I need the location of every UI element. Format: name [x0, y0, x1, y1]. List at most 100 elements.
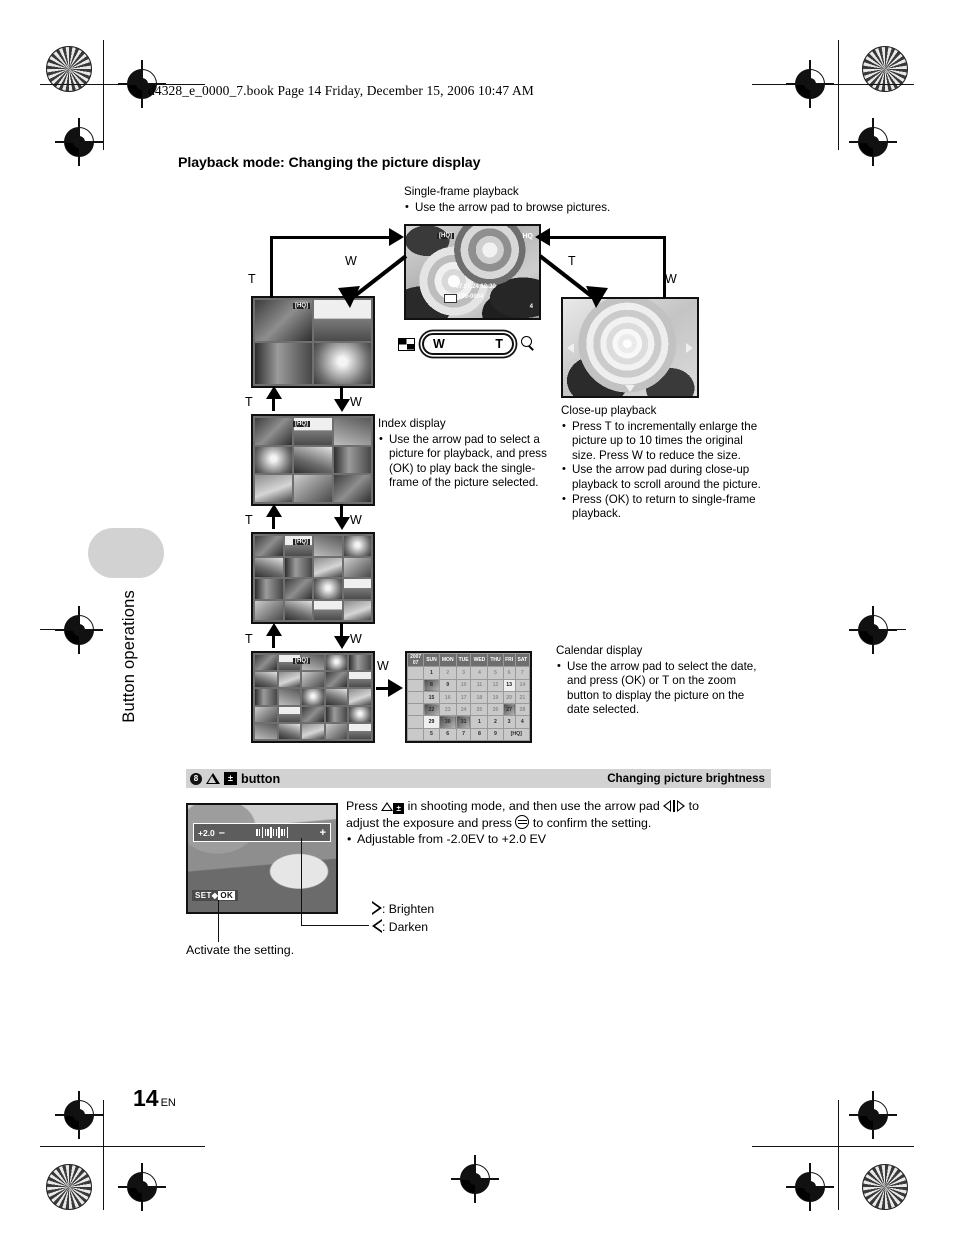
registration-target-lower-right: [849, 1091, 897, 1139]
flow-line: [270, 236, 274, 298]
calendar-day[interactable]: 6: [502, 666, 516, 680]
calendar-day-selected[interactable]: 13: [502, 678, 516, 692]
wt-rocker[interactable]: W T: [422, 333, 514, 355]
calendar-day[interactable]: 16: [438, 690, 457, 705]
calendar-day[interactable]: 3: [502, 715, 516, 729]
rocker-w-label: W: [433, 337, 445, 351]
calendar-day[interactable]: 5: [423, 727, 440, 741]
thumbnail: [278, 689, 301, 705]
flow-arrow-head: [334, 517, 350, 530]
calendar-day[interactable]: 15: [423, 690, 440, 705]
calendar-day[interactable]: 9: [487, 727, 504, 741]
calendar-day[interactable]: 10: [455, 678, 472, 692]
thumbnail: [333, 446, 371, 474]
flow-label-t: T: [568, 254, 576, 268]
thumbnail: [255, 672, 277, 688]
calendar-day[interactable]: 2: [487, 715, 504, 729]
up-triangle-icon: [381, 802, 394, 811]
crop-mark-top-right-h: [752, 84, 914, 86]
calendar-day[interactable]: 22: [423, 703, 440, 717]
thumbnail: [325, 689, 348, 705]
flow-line: [272, 515, 276, 529]
thumbnail: [284, 557, 312, 577]
callout-brighten-label: : Brighten: [382, 902, 435, 916]
thumbnail: [255, 418, 293, 445]
calendar-week-row: 22 23 24 25 26 27 28: [407, 703, 530, 717]
thumbnail: [343, 536, 371, 556]
calendar-week-row: 29 30 31 1 2 3 4: [407, 715, 530, 729]
flow-label-w: W: [345, 254, 357, 268]
calendar-day[interactable]: 18: [470, 690, 489, 705]
thumbnail: [343, 600, 371, 620]
osd-mode-badge: [HQ]: [437, 233, 454, 239]
flow-arrow-head: [266, 623, 282, 636]
calendar-day[interactable]: 31: [455, 715, 472, 729]
calendar-day[interactable]: 1: [470, 715, 489, 729]
index-display-bullet: Use the arrow pad to select a picture fo…: [378, 432, 556, 491]
flow-arrow-head: [266, 504, 282, 517]
exposure-bar: +2.0 – +: [193, 823, 331, 842]
closeup-bullet: Use the arrow pad during close-up playba…: [561, 462, 761, 492]
calendar-day[interactable]: 7: [455, 727, 472, 741]
calendar-day[interactable]: 23: [438, 703, 457, 717]
flow-line: [272, 634, 276, 648]
closeup-heading: Close-up playback: [561, 404, 657, 417]
osd-mode-badge: [HQ]: [293, 303, 310, 309]
exposure-value: +2.0: [198, 827, 215, 838]
single-frame-bullet: Use the arrow pad to browse pictures.: [404, 200, 684, 216]
thumbnail: [278, 723, 301, 739]
flow-arrow-diagonal-w: [338, 254, 408, 308]
ok-button-icon: [515, 814, 530, 829]
calendar-day[interactable]: 2: [438, 666, 457, 680]
thumbnail: [349, 672, 371, 688]
weekday-thu: THU: [487, 653, 504, 668]
calendar-day[interactable]: 28: [514, 703, 530, 717]
set-ok-indicator: SET◆ OK: [192, 890, 239, 901]
leader-line-vertical-bar: [301, 838, 303, 926]
calendar-day[interactable]: 20: [502, 690, 516, 705]
calendar-day[interactable]: 4: [514, 715, 530, 729]
weekday-mon: MON: [438, 653, 457, 668]
crop-mark-right-mid: [856, 629, 906, 631]
flow-line: [550, 236, 666, 240]
calendar-day[interactable]: 24: [455, 703, 472, 717]
calendar-day[interactable]: 4: [470, 666, 489, 680]
calendar-day[interactable]: 7: [514, 666, 530, 680]
calendar-footer-badge: [HQ]: [502, 727, 530, 741]
calendar-day[interactable]: 17: [455, 690, 472, 705]
scroll-arrow-left-icon: [567, 342, 574, 353]
calendar-day[interactable]: 3: [455, 666, 472, 680]
calendar-day[interactable]: 19: [487, 690, 504, 705]
calendar-day[interactable]: 26: [487, 703, 504, 717]
calendar-day[interactable]: 14: [514, 678, 530, 692]
body-bullet: Adjustable from -2.0EV to +2.0 EV: [346, 831, 772, 848]
calendar-day[interactable]: 9: [438, 678, 457, 692]
calendar-day[interactable]: 21: [514, 690, 530, 705]
manual-page: d4328_e_0000_7.book Page 14 Friday, Dece…: [0, 0, 954, 1258]
index-grid-25: [253, 653, 373, 741]
calendar-day[interactable]: 27: [502, 703, 516, 717]
thumbnail: [314, 600, 342, 620]
osd-datetime: '07.07.24 12:30: [454, 284, 496, 290]
calendar-day[interactable]: 12: [487, 678, 504, 692]
calendar-day[interactable]: 8: [470, 727, 489, 741]
calendar-day[interactable]: 6: [438, 727, 457, 741]
zoom-rocker-control[interactable]: W T: [398, 333, 535, 355]
calendar-day[interactable]: 30: [438, 715, 457, 729]
weekday-tue: TUE: [455, 653, 472, 668]
screen-index-16: [HQ]: [251, 532, 375, 624]
callout-brighten: : Brighten: [372, 901, 434, 916]
calendar-day[interactable]: 8: [423, 678, 440, 692]
calendar-day[interactable]: 29: [423, 715, 440, 729]
calendar-day[interactable]: 5: [487, 666, 504, 680]
calendar-day[interactable]: 1: [423, 666, 440, 680]
thumbnail: [255, 475, 293, 502]
callout-darken: : Darken: [372, 919, 428, 934]
calendar-day[interactable]: 11: [470, 678, 489, 692]
calendar-day[interactable]: 25: [470, 703, 489, 717]
flow-label-t: T: [245, 632, 253, 646]
thumbnail: [349, 689, 371, 705]
exposure-plus-sign: +: [319, 826, 326, 839]
body-line-1: Press ± in shooting mode, and then use t…: [346, 798, 772, 815]
body-line-2: adjust the exposure and press to confirm…: [346, 814, 772, 832]
